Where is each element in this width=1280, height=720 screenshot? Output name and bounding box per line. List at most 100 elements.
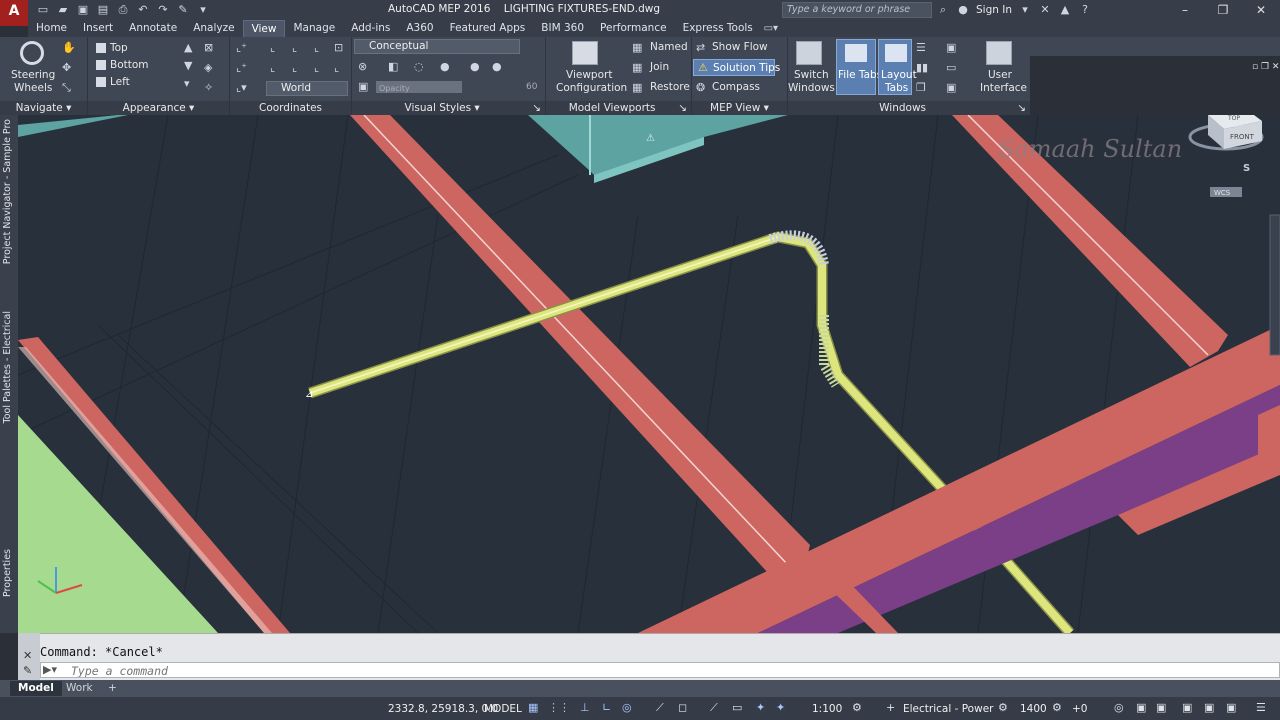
print-icon[interactable]: ⎙ [114, 2, 132, 18]
restore-icon[interactable]: ❐ [1204, 0, 1242, 20]
minimize-icon[interactable]: – [1166, 0, 1204, 20]
annotation-scale[interactable]: 1:100 [812, 703, 842, 715]
compass-button[interactable]: Compass [712, 81, 760, 93]
panel-mep-view-title[interactable]: MEP View ▾ [692, 101, 787, 115]
named-viewports-button[interactable]: Named [650, 41, 688, 53]
command-input[interactable] [71, 664, 1271, 677]
annotation-visibility-icon[interactable]: ✦ [756, 701, 765, 714]
model-space-toggle[interactable]: MODEL [484, 703, 522, 715]
display-configuration[interactable]: Electrical - Power [903, 703, 993, 715]
save-icon[interactable]: ▣ [74, 2, 92, 18]
elevation-value[interactable]: 1400 [1020, 703, 1047, 715]
ucs-face-icon[interactable]: ⌞ [334, 61, 339, 74]
gallery-expand-icon[interactable]: ▾ [184, 77, 190, 90]
panel-model-viewports-title[interactable]: Model Viewports ↘ [546, 101, 691, 115]
new-file-icon[interactable]: ▭ [34, 2, 52, 18]
ucs-icon-toggle-icon[interactable]: ✧ [204, 81, 213, 94]
tab-a360[interactable]: A360 [398, 20, 441, 37]
auto-scale-icon[interactable]: ✦ [776, 701, 785, 714]
restore-button[interactable]: Restore [650, 81, 690, 93]
ucs-dropdown[interactable]: World [266, 81, 348, 96]
status-bar-icon[interactable]: ▣ [946, 81, 956, 94]
materials-icon[interactable]: ● [492, 60, 502, 73]
tile-vertical-icon[interactable]: ▮▮ [916, 61, 928, 74]
ribbon-options-icon[interactable]: ▭▾ [761, 20, 781, 37]
viewport-configuration-icon[interactable] [572, 41, 598, 65]
tab-model[interactable]: Model [10, 681, 62, 696]
toolbars-icon[interactable]: ▣ [946, 41, 956, 54]
project-navigator-palette[interactable]: Project Navigator - Sample Pro [2, 119, 13, 264]
panel-appearance-title[interactable]: Appearance ▾ [88, 101, 229, 115]
ucs-x-icon[interactable]: ⌞ [292, 41, 297, 54]
command-prompt-icon[interactable]: ▶▾ [43, 663, 57, 676]
workspace-gear-icon[interactable]: ⚙ [852, 701, 862, 714]
pan-icon[interactable]: ✋ [62, 41, 76, 54]
search-input[interactable]: Type a keyword or phrase [782, 2, 932, 18]
ucs-3point-icon[interactable]: ⌞ [314, 61, 319, 74]
tab-work[interactable]: Work [58, 681, 101, 696]
scroll-down-icon[interactable]: ▼ [184, 59, 192, 72]
tab-home[interactable]: Home [28, 20, 75, 37]
ucs-y-icon[interactable]: ⌞ [314, 41, 319, 54]
tab-add-ins[interactable]: Add-ins [343, 20, 398, 37]
file-tabs-button[interactable]: File Tabs [836, 39, 882, 95]
scroll-up-icon[interactable]: ▲ [184, 41, 192, 54]
customization-icon[interactable]: ☰ [1256, 701, 1266, 714]
command-customize-icon[interactable]: ✎ [23, 664, 32, 677]
navigation-bar-icon[interactable]: ⊠ [204, 41, 213, 54]
tab-express-tools[interactable]: Express Tools [675, 20, 761, 37]
close-icon[interactable]: ✕ [1242, 0, 1280, 20]
tab-featured-apps[interactable]: Featured Apps [442, 20, 534, 37]
isolate-icon[interactable]: ◎ [1114, 701, 1124, 714]
panel-windows-title[interactable]: Windows ↘ [788, 101, 1030, 115]
quick-properties-icon[interactable]: ▣ [1182, 701, 1192, 714]
x-ray-icon[interactable]: ⊗ [358, 60, 367, 73]
object-tracking-icon[interactable]: ⟋ [710, 701, 718, 715]
viewcube[interactable]: TOP FRONT S WCS [1188, 115, 1264, 197]
orbit-icon[interactable]: ✥ [62, 61, 71, 74]
coordinates-readout[interactable]: 2332.8, 25918.3, 0.0 [388, 703, 498, 715]
show-flow-button[interactable]: Show Flow [712, 41, 768, 53]
viewport-configuration-label[interactable]: Viewport [566, 69, 612, 81]
switch-windows-label-2[interactable]: Windows [788, 82, 835, 94]
steering-wheel-icon[interactable] [20, 41, 44, 65]
units-icon[interactable]: ▣ [1204, 701, 1214, 714]
snap-icon[interactable]: ⋮⋮ [548, 701, 570, 714]
ucs-world-icon[interactable]: ⌞⁺ [236, 61, 247, 74]
viewport-minimize-icon[interactable]: ▫ [1254, 115, 1261, 116]
panel-navigate-title[interactable]: Navigate ▾ [0, 101, 87, 115]
add-icon[interactable]: + [886, 701, 895, 714]
command-input-box[interactable]: ▶▾ [40, 662, 1280, 678]
clean-screen-status-icon[interactable]: ▣ [1156, 701, 1166, 714]
ucs-origin-icon[interactable]: ⌞ [270, 41, 275, 54]
application-menu-button[interactable]: A [0, 0, 28, 26]
tab-manage[interactable]: Manage [285, 20, 343, 37]
solution-tips-button[interactable]: ⚠ Solution Tips [693, 59, 780, 76]
ucs-object-icon[interactable]: ⌞ [270, 61, 275, 74]
switch-windows-icon[interactable] [796, 41, 822, 65]
tab-annotate[interactable]: Annotate [121, 20, 185, 37]
tab-view[interactable]: View [242, 20, 286, 37]
zoom-extents-icon[interactable]: ⤡ [62, 81, 71, 95]
lineweight-icon[interactable]: ▭ [732, 701, 742, 714]
join-button[interactable]: Join [650, 61, 669, 73]
tab-bim-360[interactable]: BIM 360 [533, 20, 592, 37]
user-interface-label[interactable]: User [988, 69, 1012, 81]
viewcube-toggle-icon[interactable]: ◈ [204, 61, 212, 74]
face-color-icon[interactable]: ● [440, 60, 450, 73]
ucs-icon[interactable]: ⌞⁺ [236, 41, 247, 54]
command-close-icon[interactable]: ✕ [23, 649, 32, 662]
steering-wheels-label[interactable]: Steering [11, 69, 55, 81]
isodraft-icon[interactable]: ⟋ [656, 701, 664, 715]
properties-palette[interactable]: Properties [2, 549, 13, 597]
command-line-handle[interactable]: ✕ ✎ [18, 633, 40, 680]
viewport-configuration-label-2[interactable]: Configuration [556, 82, 627, 94]
exchange-apps-icon[interactable]: ✕ [1038, 2, 1052, 18]
drawing-viewport[interactable]: ⚠ ⊿ Samaah Sultan TOP FRONT S WCS [18, 115, 1280, 633]
ucs-view-icon[interactable]: ⊡ [334, 41, 343, 54]
drawing-canvas[interactable]: ⚠ ⊿ Samaah Sultan TOP FRONT S WCS [18, 115, 1280, 633]
visual-style-dropdown[interactable]: Conceptual [354, 39, 520, 54]
binoculars-icon[interactable]: ⌕ [936, 2, 950, 18]
view-bottom[interactable]: Bottom [110, 59, 149, 71]
help-icon[interactable]: ? [1078, 2, 1092, 18]
